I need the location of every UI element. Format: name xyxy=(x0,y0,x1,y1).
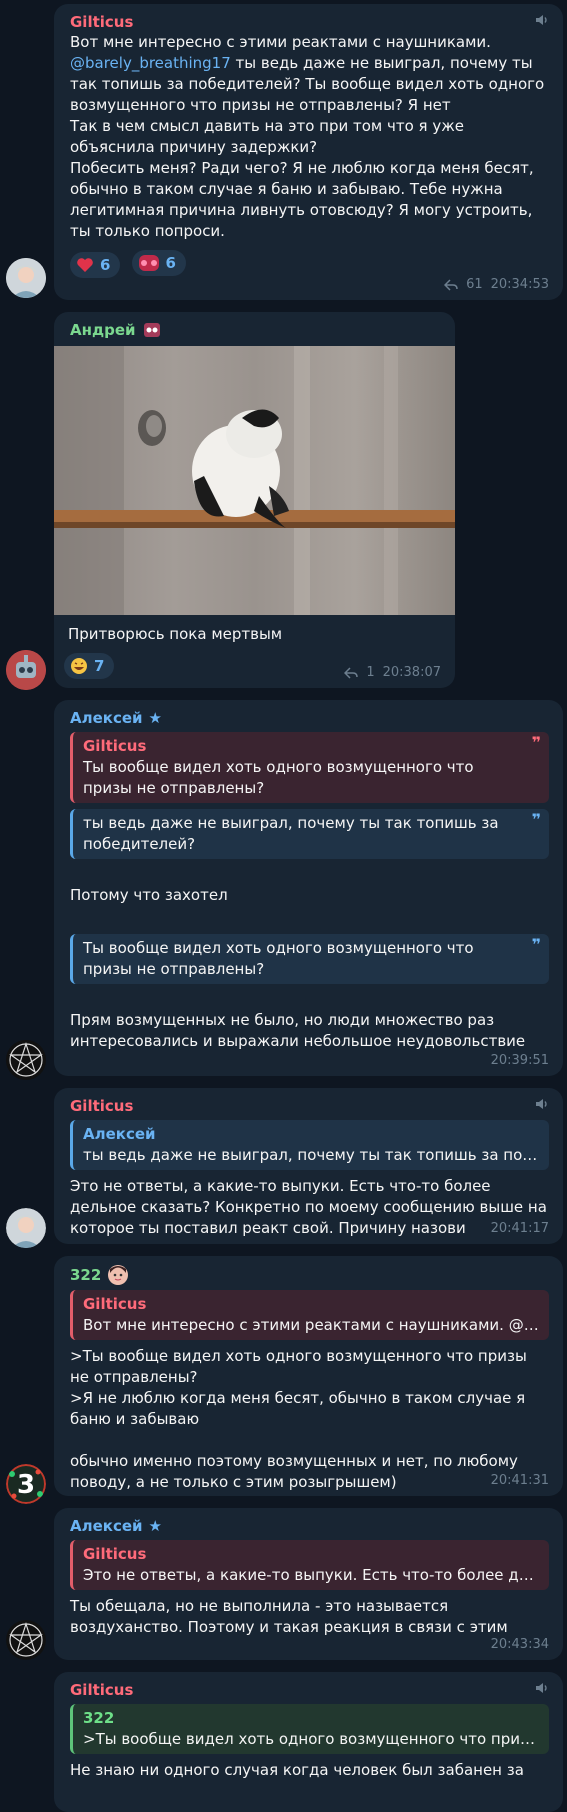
author-name[interactable]: Алексей ★ xyxy=(70,1516,549,1536)
message-meta: 20:41:17 xyxy=(491,1221,549,1236)
author-name[interactable]: Андрей xyxy=(54,312,455,346)
reply-quote[interactable]: Алексей ты ведь даже не выиграл, почему … xyxy=(70,1120,549,1170)
message-bubble[interactable]: Gilticus Алексей ты ведь даже не выиграл… xyxy=(54,1088,563,1244)
reactions-row: 7 xyxy=(64,653,120,679)
message-meta: 20:39:51 xyxy=(491,1053,549,1068)
media-caption: Притворюсь пока мертвым xyxy=(68,625,283,643)
message-bubble[interactable]: Андрей Притворюсь пока мертвым 7 1 20:38… xyxy=(54,312,455,688)
svg-text:3: 3 xyxy=(17,1470,35,1500)
robot-avatar-icon xyxy=(6,650,46,690)
avatar[interactable] xyxy=(6,1040,46,1080)
timestamp: 20:38:07 xyxy=(382,665,441,680)
emoji-status-icon xyxy=(143,323,160,337)
quote-icon: ❞ xyxy=(531,810,541,829)
grin-emoji-icon xyxy=(71,658,87,674)
quote-icon: ❞ xyxy=(531,733,541,752)
timestamp: 20:43:34 xyxy=(490,1637,549,1652)
message-meta: 1 20:38:07 xyxy=(344,665,441,680)
user-avatar-icon xyxy=(6,1208,46,1248)
pentagram-avatar-icon xyxy=(6,1620,46,1660)
panda-video-frame xyxy=(54,346,455,615)
reactions-row: 6 6 xyxy=(70,250,549,278)
author-name[interactable]: Gilticus xyxy=(70,12,549,32)
timestamp: 20:41:17 xyxy=(490,1221,549,1236)
avatar[interactable] xyxy=(6,1620,46,1660)
reply-quote[interactable]: ты ведь даже не выиграл, почему ты так т… xyxy=(70,809,549,859)
reaction-headphones[interactable]: 6 xyxy=(131,250,186,276)
speaker-icon xyxy=(536,1099,547,1109)
timestamp: 20:41:31 xyxy=(490,1473,549,1488)
reply-quote[interactable]: Gilticus Ты вообще видел хоть одного воз… xyxy=(70,732,549,803)
timestamp: 20:34:53 xyxy=(490,277,549,292)
emoji-status-icon xyxy=(108,1265,129,1285)
message-bubble[interactable]: 322 Gilticus Вот мне интересно с этими р… xyxy=(54,1256,563,1496)
message-text: >Ты вообще видел хоть одного возмущенног… xyxy=(70,1347,527,1491)
reply-icon[interactable] xyxy=(444,278,458,291)
heart-icon xyxy=(77,258,93,272)
message-meta: 20:43:34 xyxy=(491,1637,549,1652)
mention-link[interactable]: @barely_breathing17 xyxy=(70,54,231,72)
message-bubble[interactable]: Алексей ★ Gilticus Это не ответы, а какие… xyxy=(54,1508,563,1660)
message-text: Это не ответы, а какие-то выпуки. Есть ч… xyxy=(70,1177,552,1237)
speaker-icon xyxy=(536,1683,547,1693)
author-name[interactable]: Gilticus xyxy=(70,1680,549,1700)
message-meta: 61 20:34:53 xyxy=(444,277,549,292)
reply-quote[interactable]: Gilticus Это не ответы, а какие-то выпук… xyxy=(70,1540,549,1590)
headphones-sticker-icon xyxy=(138,255,159,271)
message-meta: 20:41:31 xyxy=(491,1473,549,1488)
message-text: Ты обещала, но не выполнила - это называ… xyxy=(70,1597,508,1636)
reply-quote[interactable]: Ты вообще видел хоть одного возмущенного… xyxy=(70,934,549,984)
author-name[interactable]: 322 xyxy=(70,1264,549,1286)
festive-avatar-icon: 3 xyxy=(6,1464,46,1504)
reply-quote[interactable]: Gilticus Вот мне интересно с этими реакт… xyxy=(70,1290,549,1340)
user-avatar-icon xyxy=(6,258,46,298)
author-name[interactable]: Gilticus xyxy=(70,1096,549,1116)
message-text: Прям возмущенных не было, но люди множес… xyxy=(70,1011,526,1050)
star-icon: ★ xyxy=(148,709,162,727)
avatar[interactable] xyxy=(6,1208,46,1248)
reply-count[interactable]: 1 xyxy=(366,665,374,680)
message-bubble[interactable]: Gilticus Вот мне интересно с этими реакт… xyxy=(54,4,563,300)
speaker-icon xyxy=(536,15,547,25)
avatar[interactable]: 3 xyxy=(6,1464,46,1504)
pentagram-avatar-icon xyxy=(6,1040,46,1080)
author-name[interactable]: Алексей ★ xyxy=(70,708,549,728)
media-image[interactable] xyxy=(54,346,455,615)
message-text: Вот мне интересно с этими реактами с нау… xyxy=(70,33,545,240)
reply-icon[interactable] xyxy=(344,666,359,679)
reaction-heart[interactable]: 6 xyxy=(70,252,121,278)
reply-quote[interactable]: 322 >Ты вообще видел хоть одного возмуще… xyxy=(70,1704,549,1754)
avatar[interactable] xyxy=(6,650,46,690)
star-icon: ★ xyxy=(148,1517,162,1535)
message-bubble[interactable]: Gilticus 322 >Ты вообще видел хоть одног… xyxy=(54,1672,563,1812)
reaction-grin[interactable]: 7 xyxy=(64,653,115,679)
message-text: Потому что захотел xyxy=(70,886,228,904)
message-bubble[interactable]: Алексей ★ Gilticus Ты вообще видел хоть о… xyxy=(54,700,563,1076)
quote-icon: ❞ xyxy=(531,935,541,954)
avatar[interactable] xyxy=(6,258,46,298)
reply-count[interactable]: 61 xyxy=(466,277,483,292)
timestamp: 20:39:51 xyxy=(490,1053,549,1068)
message-text: Не знаю ни одного случая когда человек б… xyxy=(70,1761,524,1779)
